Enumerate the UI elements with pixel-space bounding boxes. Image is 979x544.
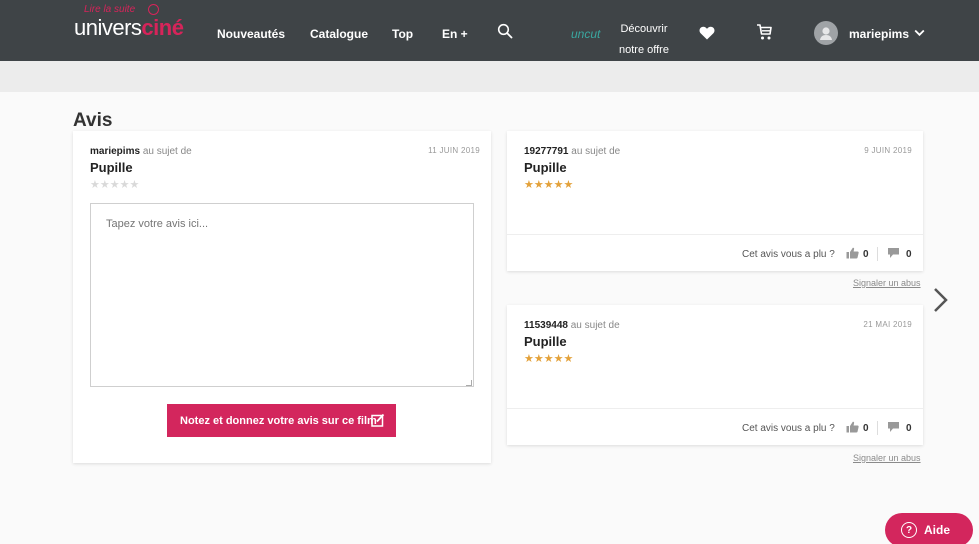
universcine-logo[interactable]: Lire la suite universciné (74, 4, 184, 48)
rating-stars-input[interactable]: ★★★★★ (90, 178, 139, 191)
chevron-right-icon[interactable] (932, 286, 950, 314)
review-card: 19277791 au sujet de Pupille 9 JUIN 2019… (507, 131, 923, 271)
discover-offer-link[interactable]: Découvrir notre offre (614, 19, 674, 61)
heart-icon[interactable] (699, 26, 715, 40)
help-button[interactable]: ? Aide (885, 513, 973, 544)
review-date: 21 MAI 2019 (863, 320, 912, 329)
helpful-question: Cet avis vous a plu ? (742, 423, 835, 434)
comment-icon[interactable] (887, 247, 900, 259)
user-avatar[interactable] (814, 21, 838, 45)
likes-count: 0 (863, 423, 869, 434)
review-date: 11 JUIN 2019 (428, 146, 480, 155)
review-author[interactable]: 19277791 (524, 146, 569, 157)
write-review-card: mariepims au sujet de Pupille 11 JUIN 20… (73, 131, 491, 463)
review-film-title[interactable]: Pupille (524, 334, 567, 349)
report-abuse-link[interactable]: Signaler un abus (853, 453, 921, 463)
header-band (0, 61, 979, 92)
comment-icon[interactable] (887, 421, 900, 433)
logo-tagline: Lire la suite (84, 4, 136, 15)
divider (877, 421, 878, 435)
comments-count: 0 (906, 423, 912, 434)
review-film-title[interactable]: Pupille (90, 160, 133, 175)
chevron-down-icon[interactable] (914, 29, 925, 37)
divider (877, 247, 878, 261)
nav-top[interactable]: Top (392, 27, 413, 41)
search-icon[interactable] (497, 23, 513, 39)
review-author[interactable]: mariepims (90, 146, 140, 157)
page-title: Avis (73, 110, 113, 131)
username[interactable]: mariepims (849, 27, 909, 41)
nav-catalogue[interactable]: Catalogue (310, 27, 368, 41)
review-author[interactable]: 11539448 (524, 320, 568, 331)
uncut-logo[interactable]: uncut (571, 27, 600, 41)
review-author-line: 11539448 au sujet de (524, 320, 620, 331)
review-feedback-bar: Cet avis vous a plu ? 0 0 (507, 234, 923, 271)
review-author-line: mariepims au sujet de (90, 146, 192, 157)
review-textarea[interactable] (90, 203, 474, 387)
thumbs-up-icon[interactable] (846, 247, 859, 259)
helpful-question: Cet avis vous a plu ? (742, 249, 835, 260)
submit-review-button[interactable]: Notez et donnez votre avis sur ce film (167, 404, 396, 437)
review-date: 9 JUIN 2019 (864, 146, 912, 155)
nav-en-plus[interactable]: En + (442, 27, 468, 41)
comments-count: 0 (906, 249, 912, 260)
help-icon: ? (901, 522, 917, 538)
user-icon (820, 27, 832, 40)
nav-nouveautes[interactable]: Nouveautés (217, 27, 285, 41)
resize-grip-icon[interactable] (466, 380, 472, 386)
rating-stars: ★★★★★ (524, 179, 574, 191)
review-author-line: 19277791 au sujet de (524, 146, 621, 157)
cart-icon[interactable] (756, 23, 772, 41)
review-card: 11539448 au sujet de Pupille 21 MAI 2019… (507, 305, 923, 445)
review-feedback-bar: Cet avis vous a plu ? 0 0 (507, 408, 923, 445)
top-navigation-bar: Lire la suite universciné Nouveautés Cat… (0, 0, 979, 61)
thumbs-up-icon[interactable] (846, 421, 859, 433)
rating-stars: ★★★★★ (524, 353, 574, 365)
edit-icon (371, 413, 385, 427)
review-film-title[interactable]: Pupille (524, 160, 567, 175)
report-abuse-link[interactable]: Signaler un abus (853, 278, 921, 288)
logo-text: universciné (74, 15, 184, 40)
logo-circle-icon (148, 4, 159, 15)
likes-count: 0 (863, 249, 869, 260)
